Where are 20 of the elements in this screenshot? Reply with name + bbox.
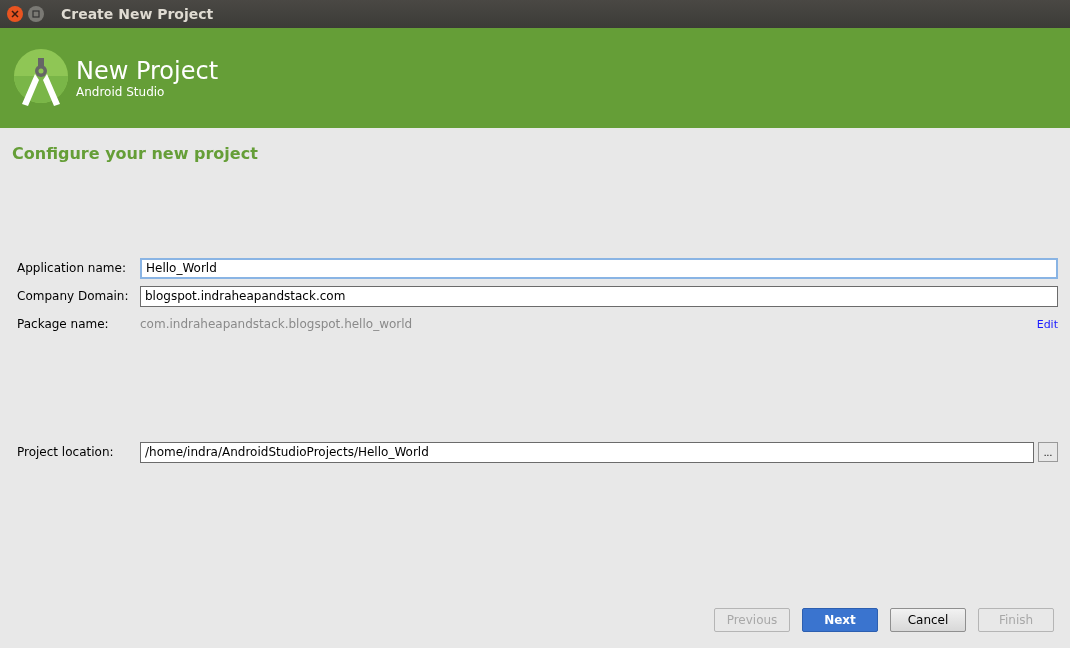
text-field[interactable]: Hello_World	[140, 257, 1058, 279]
location-field[interactable]: /home/indra/AndroidStudioProjects/Hello_World	[140, 441, 1034, 463]
window-title: Create New Project	[61, 6, 214, 22]
edit-link[interactable]: Edit	[1036, 317, 1058, 331]
maximize-button[interactable]	[28, 6, 44, 22]
package-name-value: com.indraheapandstack.blogspot.hello_world	[140, 317, 414, 331]
field-label: Company Domain:	[17, 289, 130, 303]
dialog-button[interactable]: Cancel	[890, 608, 966, 632]
dialog-button[interactable]: Next	[802, 608, 878, 632]
header-title: New Project	[76, 57, 219, 85]
close-icon	[11, 10, 19, 18]
field-label: Application name:	[17, 261, 127, 275]
maximize-icon	[32, 10, 40, 18]
browse-button[interactable]: ...	[1038, 442, 1058, 462]
field-label: Package name:	[17, 317, 110, 331]
field-label: Project location:	[17, 445, 115, 459]
header-subtitle: Android Studio	[76, 85, 166, 99]
close-button[interactable]	[7, 6, 23, 22]
section-title: Configure your new project	[12, 144, 258, 163]
text-field[interactable]: blogspot.indraheapandstack.com	[140, 285, 1058, 307]
